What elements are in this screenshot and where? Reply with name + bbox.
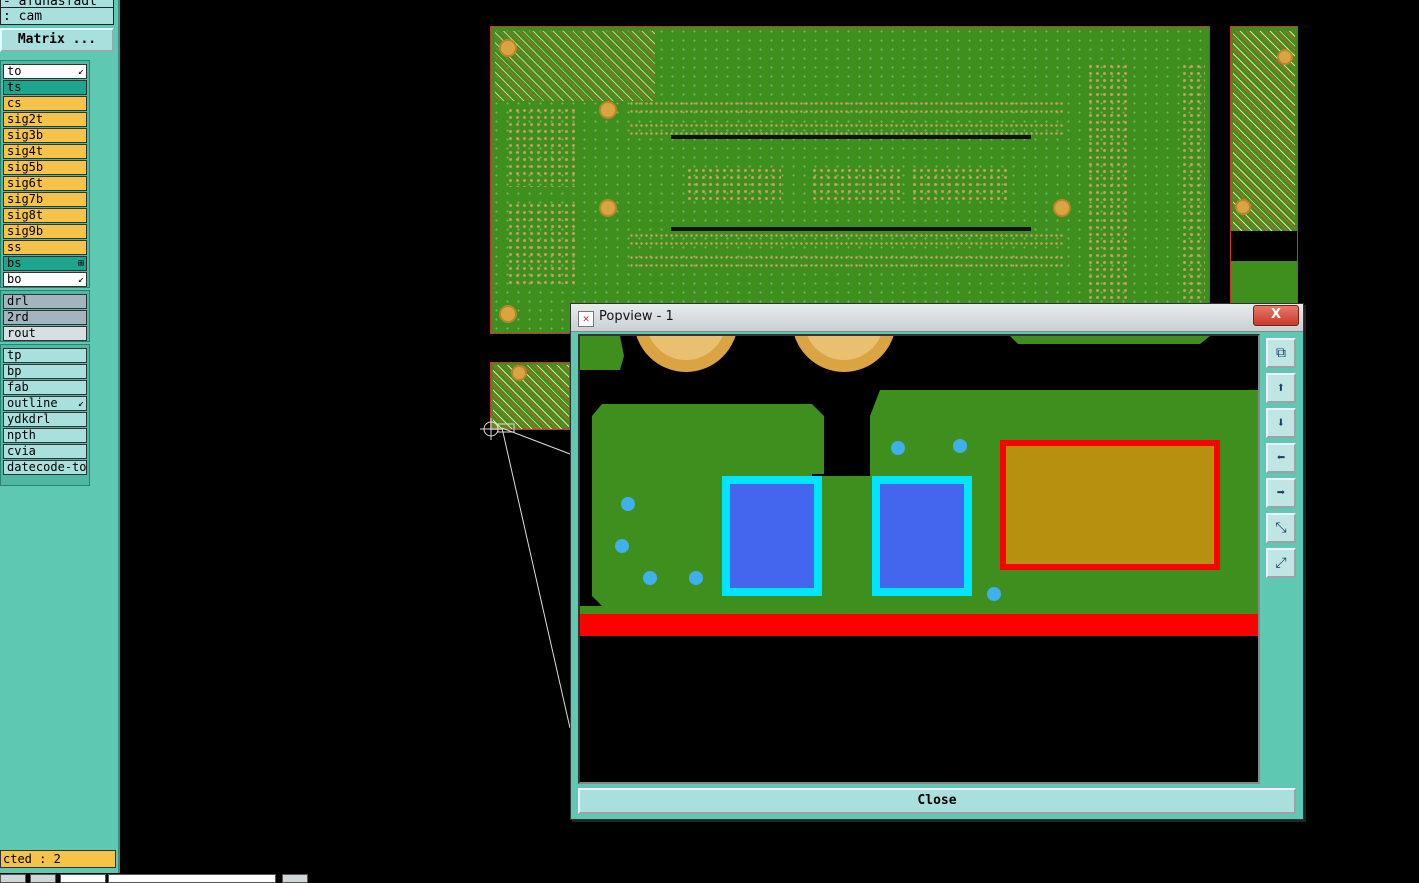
window-app-icon: ✕ bbox=[578, 311, 594, 327]
layer-name: ss bbox=[7, 240, 22, 254]
zoom-window-button[interactable]: ⧉ bbox=[1266, 338, 1296, 368]
layer-sig8t[interactable]: sig8t bbox=[3, 208, 87, 223]
window-close-button[interactable]: X bbox=[1253, 305, 1299, 326]
drill-layers-group: drl 2rd rout bbox=[0, 290, 90, 342]
layer-datecode-to[interactable]: datecode-to bbox=[3, 460, 87, 475]
layer-ydkdrl[interactable]: ydkdrl bbox=[3, 412, 87, 427]
layer-ts[interactable]: ts bbox=[3, 80, 87, 95]
layer-sig7b[interactable]: sig7b bbox=[3, 192, 87, 207]
misc-layers-group: tp bp fab outline ↙ ydkdrl npth cvia datecode-to bbox=[0, 344, 90, 486]
layer-name: sig9b bbox=[7, 224, 44, 238]
layer-bp[interactable]: bp bbox=[3, 364, 87, 379]
layer-bs[interactable]: bs ⊞ bbox=[3, 256, 87, 271]
pan-left-icon: ⬅ bbox=[1276, 450, 1286, 466]
popview-close-button[interactable]: Close bbox=[578, 788, 1296, 814]
layer-name: sig3b bbox=[7, 128, 44, 142]
layer-drl[interactable]: drl bbox=[3, 294, 87, 309]
matrix-button[interactable]: Matrix ... bbox=[0, 28, 114, 52]
layer-panel: - afdnasfadt : cam Matrix ... to ↙ ts cs sig… bbox=[0, 0, 120, 873]
board-layers-group: to ↙ ts cs sig2t sig3b sig4t sig5b sig6t sig7b sig… bbox=[0, 60, 90, 288]
layer-bo[interactable]: bo ↙ bbox=[3, 272, 87, 287]
layer-name: cs bbox=[7, 96, 22, 110]
popview-titlebar[interactable]: ✕ Popview - 1 X bbox=[571, 304, 1303, 332]
layer-cvia[interactable]: cvia bbox=[3, 444, 87, 459]
layer-name: drl bbox=[7, 294, 29, 308]
zoom-window-icon: ⧉ bbox=[1276, 345, 1286, 361]
layer-ss[interactable]: ss bbox=[3, 240, 87, 255]
pan-up-icon: ⬆ bbox=[1276, 380, 1286, 396]
pan-up-button[interactable]: ⬆ bbox=[1266, 373, 1296, 403]
layer-state-icon: ↙ bbox=[77, 274, 84, 285]
layer-sig9b[interactable]: sig9b bbox=[3, 224, 87, 239]
layer-name: ts bbox=[7, 80, 22, 94]
layer-name: sig4t bbox=[7, 144, 44, 158]
layer-name: outline bbox=[7, 396, 58, 410]
layer-name: sig2t bbox=[7, 112, 44, 126]
layer-name: tp bbox=[7, 348, 22, 362]
layer-name: ydkdrl bbox=[7, 412, 51, 426]
layer-sig5b[interactable]: sig5b bbox=[3, 160, 87, 175]
popview-title: Popview - 1 bbox=[599, 309, 674, 324]
layer-name: sig5b bbox=[7, 160, 44, 174]
layer-state-icon: ↙ bbox=[77, 66, 84, 77]
layer-sig3b[interactable]: sig3b bbox=[3, 128, 87, 143]
layer-name: rout bbox=[7, 326, 36, 340]
zoom-in-icon: ⤡ bbox=[1275, 520, 1287, 536]
layer-name: datecode-to bbox=[7, 460, 87, 474]
layer-sig6t[interactable]: sig6t bbox=[3, 176, 87, 191]
bottom-input[interactable] bbox=[60, 874, 106, 883]
layer-name: npth bbox=[7, 428, 36, 442]
bottom-control-3[interactable] bbox=[282, 874, 308, 883]
zoom-out-button[interactable]: ⤢ bbox=[1266, 548, 1296, 578]
bottom-command-field[interactable] bbox=[108, 874, 276, 883]
pan-left-button[interactable]: ⬅ bbox=[1266, 443, 1296, 473]
popview-window: ✕ Popview - 1 X ⧉ ⬆ ⬇ ⬅ ➡ ⤡ ⤢ Close bbox=[570, 303, 1304, 820]
pan-down-icon: ⬇ bbox=[1276, 415, 1286, 431]
layer-state-icon: ↙ bbox=[77, 398, 84, 409]
layer-2rd[interactable]: 2rd bbox=[3, 310, 87, 325]
layer-outline[interactable]: outline ↙ bbox=[3, 396, 87, 411]
popview-toolbar: ⧉ ⬆ ⬇ ⬅ ➡ ⤡ ⤢ bbox=[1263, 334, 1299, 786]
layer-rout[interactable]: rout bbox=[3, 326, 87, 341]
selection-status: cted : 2 bbox=[0, 850, 116, 868]
layer-name: to bbox=[7, 64, 22, 78]
layer-sig2t[interactable]: sig2t bbox=[3, 112, 87, 127]
layer-name: bs bbox=[7, 256, 22, 270]
bottom-control-2[interactable] bbox=[30, 874, 56, 883]
layer-name: fab bbox=[7, 380, 29, 394]
layer-name: bo bbox=[7, 272, 22, 286]
bottom-control-1[interactable] bbox=[0, 874, 26, 883]
layer-name: 2rd bbox=[7, 310, 29, 324]
layer-to[interactable]: to ↙ bbox=[3, 64, 87, 79]
popview-zoomed-view[interactable] bbox=[578, 334, 1260, 784]
layer-cs[interactable]: cs bbox=[3, 96, 87, 111]
pan-right-icon: ➡ bbox=[1276, 485, 1286, 501]
zoom-out-icon: ⤢ bbox=[1275, 555, 1287, 571]
layer-sig4t[interactable]: sig4t bbox=[3, 144, 87, 159]
layer-npth[interactable]: npth bbox=[3, 428, 87, 443]
layer-name: bp bbox=[7, 364, 22, 378]
zoomed-pcb-detail bbox=[580, 336, 1258, 782]
layer-state-icon: ⊞ bbox=[77, 258, 84, 269]
layer-name: sig7b bbox=[7, 192, 44, 206]
layer-name: sig6t bbox=[7, 176, 44, 190]
job-label: : cam bbox=[0, 7, 114, 25]
zoom-in-button[interactable]: ⤡ bbox=[1266, 513, 1296, 543]
layer-name: sig8t bbox=[7, 208, 44, 222]
pan-down-button[interactable]: ⬇ bbox=[1266, 408, 1296, 438]
pan-right-button[interactable]: ➡ bbox=[1266, 478, 1296, 508]
layer-fab[interactable]: fab bbox=[3, 380, 87, 395]
layer-name: cvia bbox=[7, 444, 36, 458]
layer-tp[interactable]: tp bbox=[3, 348, 87, 363]
